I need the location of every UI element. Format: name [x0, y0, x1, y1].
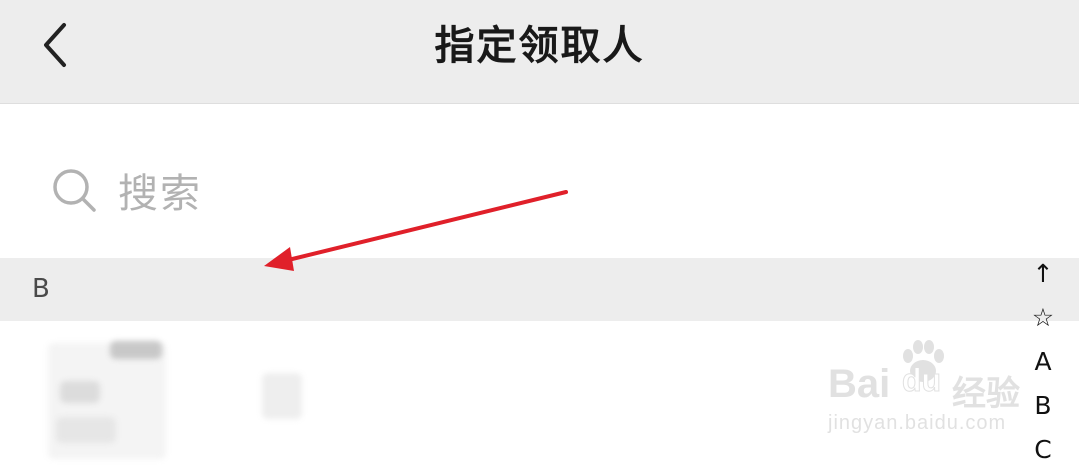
index-item-star[interactable]: ☆ — [1032, 296, 1054, 340]
index-item-a[interactable]: A — [1034, 340, 1051, 384]
alphabet-index-bar[interactable]: ↑ ☆ A B C — [1021, 252, 1065, 472]
index-item-top[interactable]: ↑ — [1033, 252, 1054, 296]
nav-bar: 指定领取人 — [0, 0, 1079, 104]
avatar-detail — [60, 381, 100, 403]
avatar-detail — [110, 341, 162, 359]
baidu-jingyan-watermark: Bai du 经验 jingyan.baidu.com — [826, 338, 1026, 438]
index-item-c[interactable]: C — [1034, 428, 1051, 472]
section-header: B — [0, 258, 1079, 321]
page-title: 指定领取人 — [434, 23, 645, 69]
search-section: 搜索 — [0, 110, 1079, 258]
index-item-b[interactable]: B — [1034, 384, 1051, 428]
section-letter: B — [32, 274, 50, 304]
search-icon — [53, 169, 96, 212]
watermark-brand-cn: 经验 — [952, 375, 1020, 413]
avatar-detail — [56, 417, 116, 443]
contact-name — [262, 373, 302, 419]
search-placeholder: 搜索 — [118, 171, 202, 217]
watermark-brand-right: du — [901, 362, 942, 399]
watermark-url: jingyan.baidu.com — [828, 412, 1007, 434]
watermark-brand-left: Bai — [828, 362, 891, 406]
search-input[interactable]: 搜索 — [50, 162, 202, 218]
